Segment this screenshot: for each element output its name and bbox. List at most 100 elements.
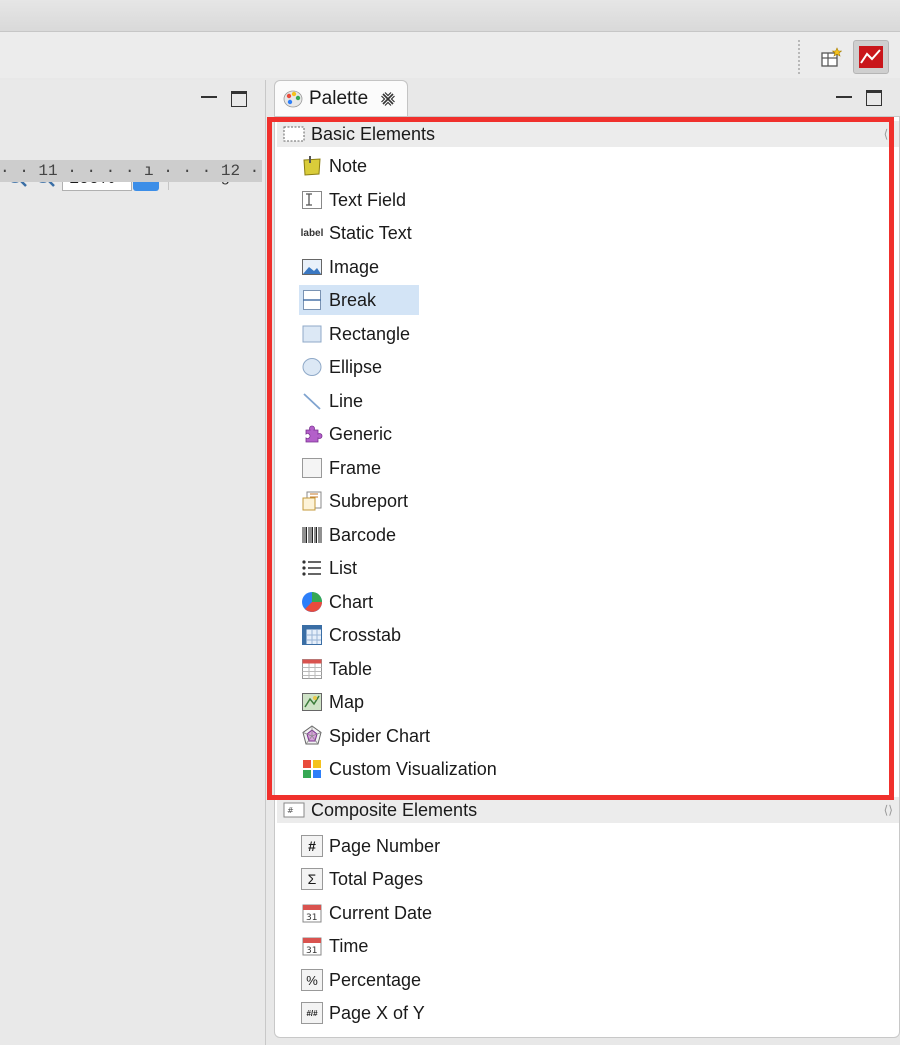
palette-item-chart[interactable]: Chart <box>299 587 377 617</box>
palette-item-label: Spider Chart <box>329 725 431 746</box>
palette-item-label: Image <box>329 256 380 277</box>
palette-item-crosstab[interactable]: Crosstab <box>299 620 405 650</box>
editor-toolbar: 100% Settings ▾ <box>0 120 266 191</box>
palette-item-note[interactable]: Note <box>299 151 371 181</box>
image-icon <box>301 256 323 278</box>
palette-item-break[interactable]: Break <box>299 285 419 315</box>
maximize-icon[interactable] <box>231 91 247 107</box>
main-toolbar <box>0 32 900 78</box>
hash-icon: # <box>301 835 323 857</box>
group-basic-elements[interactable]: Basic Elements ⟨⟩ <box>277 121 899 147</box>
text-field-icon <box>301 189 323 211</box>
palette-item-line[interactable]: Line <box>299 386 367 416</box>
palette-item-image[interactable]: Image <box>299 252 383 282</box>
palette-item-page-x-of-y[interactable]: #/# Page X of Y <box>299 998 429 1028</box>
palette-item-label: Page Number <box>329 835 441 856</box>
palette-item-label: Page X of Y <box>329 1002 425 1023</box>
palette-item-label: Break <box>329 289 377 310</box>
palette-item-label: Rectangle <box>329 323 411 344</box>
rectangle-icon <box>301 323 323 345</box>
sigma-glyph: Σ <box>307 871 317 887</box>
barcode-icon <box>301 524 323 546</box>
palette-item-current-date[interactable]: 31 Current Date <box>299 898 436 928</box>
palette-item-table[interactable]: Table <box>299 654 376 684</box>
report-design-perspective-icon[interactable] <box>853 40 889 74</box>
horizontal-ruler: · · 11 · · · · ı · · · 12 · · · ı · · · … <box>0 160 262 182</box>
puzzle-icon <box>301 423 323 445</box>
composite-elements-icon: # <box>283 802 305 818</box>
palette-item-rectangle[interactable]: Rectangle <box>299 319 414 349</box>
subreport-icon <box>301 490 323 512</box>
minimize-icon[interactable] <box>201 90 217 98</box>
palette-item-ellipse[interactable]: Ellipse <box>299 352 386 382</box>
map-icon <box>301 691 323 713</box>
palette-item-label: Line <box>329 390 364 411</box>
collapse-icon[interactable]: ⟨⟩ <box>884 127 893 141</box>
palette-item-map[interactable]: Map <box>299 687 368 717</box>
report-editor-panel: 100% Settings ▾ · · 11 · · · · ı · · · 1… <box>0 80 266 1045</box>
palette-view: Palette Basic Elements ⟨⟩ Note Text Fiel… <box>272 80 900 1045</box>
palette-item-label: Text Field <box>329 189 407 210</box>
group-composite-elements[interactable]: # Composite Elements ⟨⟩ <box>277 797 899 823</box>
palette-item-label: List <box>329 557 358 578</box>
palette-item-label: Generic <box>329 423 393 444</box>
palette-item-label: Frame <box>329 457 382 478</box>
group-label: Basic Elements <box>311 123 436 144</box>
tab-label: Palette <box>309 87 369 109</box>
basic-elements-icon <box>283 126 305 142</box>
palette-item-label: Static Text <box>329 222 412 243</box>
palette-item-label: Barcode <box>329 524 397 545</box>
crosstab-icon <box>301 624 323 646</box>
calendar-icon: 31 <box>301 935 323 957</box>
palette-item-spider-chart[interactable]: Spider Chart <box>299 721 434 751</box>
frame-icon <box>301 457 323 479</box>
svg-text:#: # <box>287 806 294 815</box>
percent-glyph: % <box>306 972 318 988</box>
palette-item-label: Crosstab <box>329 624 402 645</box>
palette-item-label: Map <box>329 691 365 712</box>
palette-item-label: Time <box>329 935 369 956</box>
palette-item-page-number[interactable]: # Page Number <box>299 831 444 861</box>
palette-item-label: Current Date <box>329 902 433 923</box>
collapse-icon[interactable]: ⟨⟩ <box>884 803 893 817</box>
minimize-icon[interactable] <box>836 90 852 98</box>
palette-item-percentage[interactable]: % Percentage <box>299 965 425 995</box>
palette-item-barcode[interactable]: Barcode <box>299 520 400 550</box>
toolbar-separator <box>798 40 802 74</box>
custom-visualization-icon <box>301 758 323 780</box>
palette-item-subreport[interactable]: Subreport <box>299 486 412 516</box>
palette-item-label: Chart <box>329 591 374 612</box>
palette-item-label: Ellipse <box>329 356 383 377</box>
window-titlebar <box>0 0 900 32</box>
palette-item-generic[interactable]: Generic <box>299 419 396 449</box>
group-label: Composite Elements <box>311 799 478 820</box>
ellipse-icon <box>301 356 323 378</box>
palette-item-static-text[interactable]: label Static Text <box>299 218 416 248</box>
palette-item-time[interactable]: 31 Time <box>299 931 372 961</box>
palette-item-label: Custom Visualization <box>329 758 497 779</box>
spider-chart-icon <box>301 725 323 747</box>
break-icon <box>301 289 323 311</box>
open-perspective-icon[interactable] <box>816 44 846 72</box>
svg-text:31: 31 <box>306 913 317 923</box>
maximize-icon[interactable] <box>866 90 882 106</box>
palette-item-label: Percentage <box>329 969 422 990</box>
svg-text:31: 31 <box>306 946 317 956</box>
palette-item-list[interactable]: List <box>299 553 361 583</box>
list-icon <box>301 557 323 579</box>
hash-glyph: # <box>308 838 316 854</box>
palette-item-custom-visualization[interactable]: Custom Visualization <box>299 754 501 784</box>
percent-icon: % <box>301 969 323 991</box>
palette-item-label: Subreport <box>329 490 409 511</box>
pie-chart-icon <box>301 591 323 613</box>
palette-item-total-pages[interactable]: Σ Total Pages <box>299 864 427 894</box>
palette-item-text-field[interactable]: Text Field <box>299 185 410 215</box>
sigma-icon: Σ <box>301 868 323 890</box>
palette-item-frame[interactable]: Frame <box>299 453 385 483</box>
close-icon[interactable] <box>380 91 396 107</box>
tab-palette[interactable]: Palette <box>274 80 408 116</box>
palette-icon <box>283 90 303 107</box>
palette-item-label: Note <box>329 155 368 176</box>
page-x-of-y-icon: #/# <box>301 1002 323 1024</box>
page-x-of-y-glyph: #/# <box>306 1008 318 1018</box>
